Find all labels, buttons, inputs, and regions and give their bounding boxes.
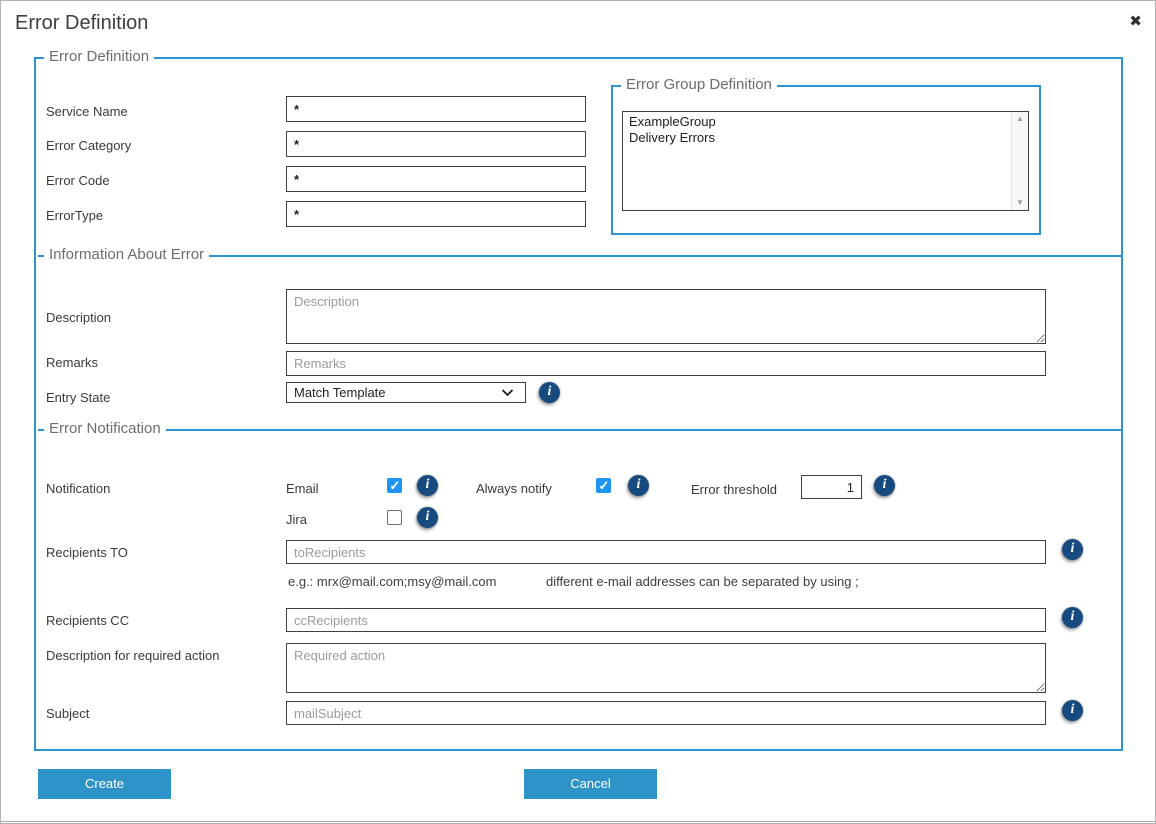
- always-notify-label: Always notify: [476, 481, 552, 496]
- required-action-textarea[interactable]: [286, 643, 1046, 693]
- recipients-hint-note: different e-mail addresses can be separa…: [546, 574, 859, 589]
- recipients-cc-info-icon[interactable]: i: [1062, 607, 1083, 628]
- error-threshold-info-icon[interactable]: i: [874, 475, 895, 496]
- entry-state-info-icon[interactable]: i: [539, 382, 560, 403]
- entry-state-label: Entry State: [46, 390, 110, 405]
- close-icon[interactable]: ✖: [1129, 14, 1142, 29]
- error-threshold-input[interactable]: [801, 475, 862, 499]
- listbox-scrollbar[interactable]: ▲ ▼: [1011, 112, 1028, 210]
- service-name-input[interactable]: [286, 96, 586, 122]
- error-type-label: ErrorType: [46, 208, 103, 223]
- recipients-to-input[interactable]: [286, 540, 1046, 564]
- remarks-input[interactable]: [286, 351, 1046, 376]
- entry-state-select[interactable]: Match Template: [286, 382, 526, 403]
- notification-label: Notification: [46, 481, 110, 496]
- notification-section-divider: [38, 429, 1121, 431]
- recipients-to-info-icon[interactable]: i: [1062, 539, 1083, 560]
- error-definition-dialog: Error Definition ✖ Error Definition Serv…: [0, 0, 1156, 824]
- error-threshold-label: Error threshold: [691, 482, 777, 497]
- error-group-items: ExampleGroup Delivery Errors: [623, 112, 1011, 210]
- error-category-input[interactable]: [286, 131, 586, 157]
- always-notify-info-icon[interactable]: i: [628, 475, 649, 496]
- recipients-to-label: Recipients TO: [46, 545, 128, 560]
- error-group-listbox[interactable]: ExampleGroup Delivery Errors ▲ ▼: [622, 111, 1029, 211]
- create-button[interactable]: Create: [38, 769, 171, 799]
- list-item[interactable]: Delivery Errors: [623, 130, 1011, 146]
- recipients-hint-example: e.g.: mrx@mail.com;msy@mail.com: [288, 574, 496, 589]
- jira-label: Jira: [286, 512, 307, 527]
- email-label: Email: [286, 481, 319, 496]
- description-label: Description: [46, 310, 111, 325]
- error-category-label: Error Category: [46, 138, 131, 153]
- dialog-bottom-border: [1, 821, 1155, 822]
- list-item[interactable]: ExampleGroup: [623, 114, 1011, 130]
- page-title: Error Definition: [15, 12, 148, 35]
- description-textarea[interactable]: [286, 289, 1046, 344]
- error-code-label: Error Code: [46, 173, 110, 188]
- information-legend: Information About Error: [44, 246, 209, 264]
- subject-info-icon[interactable]: i: [1062, 700, 1083, 721]
- recipients-cc-label: Recipients CC: [46, 613, 129, 628]
- email-checkbox[interactable]: [387, 478, 402, 493]
- error-type-input[interactable]: [286, 201, 586, 227]
- jira-checkbox[interactable]: [387, 510, 402, 525]
- always-notify-checkbox[interactable]: [596, 478, 611, 493]
- email-info-icon[interactable]: i: [417, 475, 438, 496]
- scroll-down-icon[interactable]: ▼: [1016, 199, 1024, 207]
- error-group-legend: Error Group Definition: [621, 76, 777, 94]
- subject-label: Subject: [46, 706, 89, 721]
- error-code-input[interactable]: [286, 166, 586, 192]
- error-definition-legend: Error Definition: [44, 48, 154, 66]
- remarks-label: Remarks: [46, 355, 98, 370]
- subject-input[interactable]: [286, 701, 1046, 725]
- jira-info-icon[interactable]: i: [417, 507, 438, 528]
- cancel-button[interactable]: Cancel: [524, 769, 657, 799]
- service-name-label: Service Name: [46, 104, 128, 119]
- scroll-up-icon[interactable]: ▲: [1016, 115, 1024, 123]
- recipients-cc-input[interactable]: [286, 608, 1046, 632]
- notification-legend: Error Notification: [44, 420, 166, 438]
- required-action-label: Description for required action: [46, 648, 219, 663]
